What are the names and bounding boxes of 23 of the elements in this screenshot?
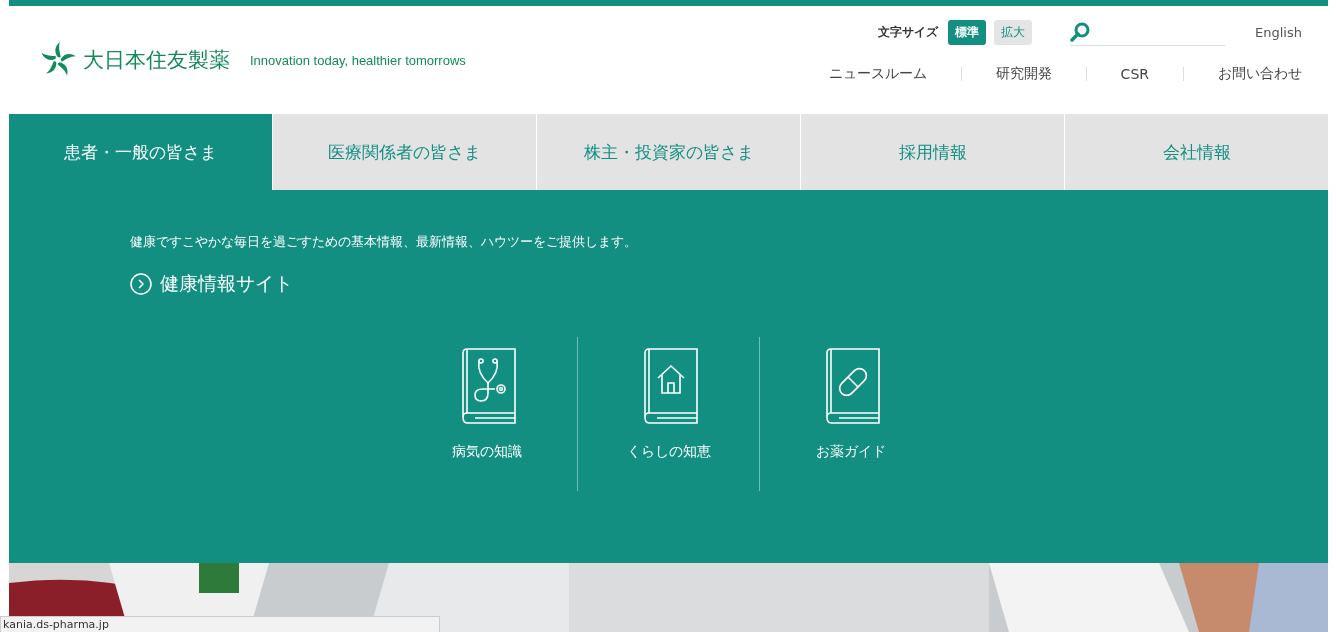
english-link[interactable]: English [1255, 24, 1302, 40]
utility-link[interactable]: 研究開発 [995, 65, 1052, 83]
category-link[interactable]: お薬ガイド [760, 337, 941, 491]
nav-tab[interactable]: 株主・投資家の皆さま [536, 114, 800, 190]
utility-link[interactable]: CSR [1120, 66, 1149, 82]
nav-tab[interactable]: 採用情報 [800, 114, 1064, 190]
font-size-button[interactable]: 標準 [948, 19, 987, 45]
font-size-button[interactable]: 拡大 [994, 19, 1033, 45]
nav-tab[interactable]: 医療関係者の皆さま [272, 114, 536, 190]
category-link[interactable]: 病気の知識 [396, 337, 577, 491]
chevron-circle-icon [130, 273, 152, 295]
utility-link[interactable]: お問い合わせ [1218, 65, 1302, 83]
logo-text[interactable]: 大日本住友製薬 [83, 46, 230, 74]
status-url: kania.ds-pharma.jp [0, 616, 440, 632]
font-size-label: 文字サイズ [878, 23, 939, 41]
utility-link[interactable]: ニュースルーム [828, 65, 927, 83]
site-link[interactable]: 健康情報サイト [130, 271, 293, 297]
search-icon[interactable] [1070, 21, 1091, 42]
description-text: 健康ですこやかな毎日を過ごすための基本情報、最新情報、ハウツーをご提供します。 [130, 233, 638, 251]
nav-tab[interactable]: 会社情報 [1064, 114, 1328, 190]
category-link[interactable]: くらしの知恵 [578, 337, 759, 491]
tagline: Innovation today, healthier tomorrows [250, 52, 466, 68]
nav-tab[interactable]: 患者・一般の皆さま [9, 114, 272, 190]
